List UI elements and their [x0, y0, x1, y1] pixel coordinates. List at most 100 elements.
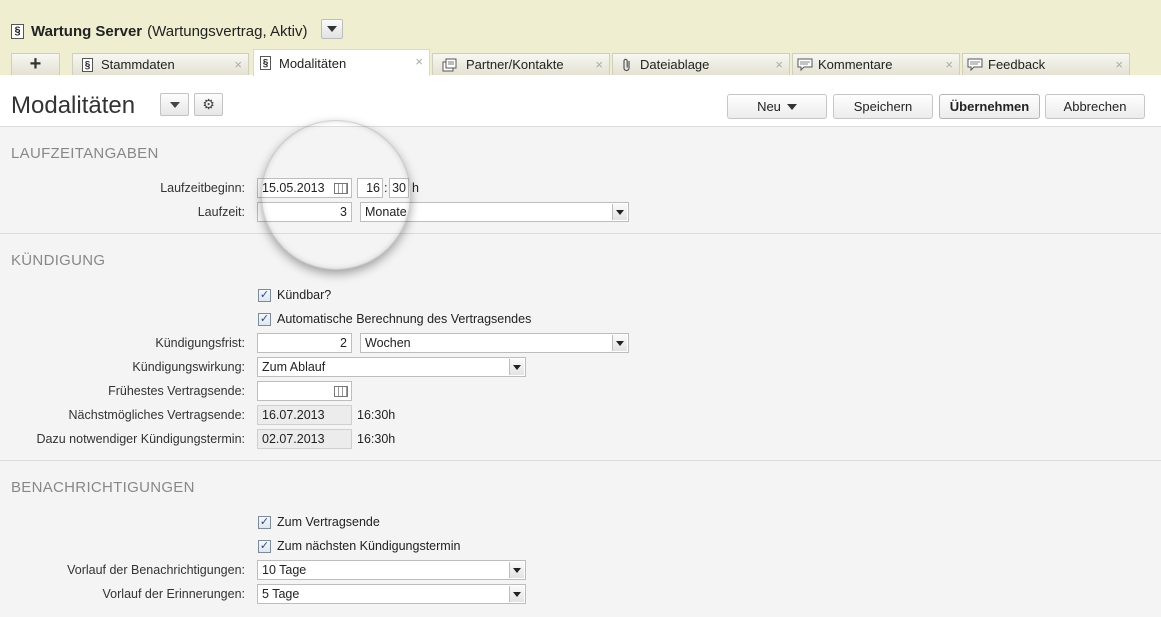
dropdown-arrow[interactable] [509, 359, 524, 375]
section-title: KÜNDIGUNG [11, 252, 106, 269]
add-tab-button[interactable]: + [11, 53, 60, 75]
vorlauf-erinnerungen-label: Vorlauf der Erinnerungen: [102, 587, 245, 601]
title-dropdown-button[interactable] [321, 19, 343, 39]
chevron-down-icon [169, 101, 180, 108]
laufzeit-unit-select[interactable]: Monate [360, 202, 629, 222]
section-sign-icon: § [82, 57, 93, 72]
laufzeit-value-input[interactable]: 3 [257, 202, 352, 222]
close-icon[interactable]: × [415, 54, 423, 69]
tab-label: Modalitäten [279, 55, 347, 71]
zum-vertragsende-checkbox[interactable]: ✓ [258, 516, 271, 529]
kuendigungswirkung-label: Kündigungswirkung: [132, 360, 245, 374]
section-title: BENACHRICHTIGUNGEN [11, 479, 195, 496]
abbrechen-button-label: Abbrechen [1063, 99, 1127, 114]
close-icon[interactable]: × [595, 57, 603, 72]
zum-vertragsende-label: Zum Vertragsende [277, 515, 380, 529]
calendar-icon[interactable] [334, 386, 348, 397]
auto-berechnung-label: Automatische Berechnung des Vertragsende… [277, 312, 532, 326]
dropdown-arrow[interactable] [509, 562, 524, 578]
kuendigungsfrist-unit-select[interactable]: Wochen [360, 333, 629, 353]
chevron-down-icon [327, 26, 337, 32]
select-value: 10 Tage [262, 563, 307, 577]
dropdown-arrow[interactable] [509, 586, 524, 602]
speichern-button[interactable]: Speichern [833, 94, 933, 119]
fruehestes-vertragsende-label: Frühestes Vertragsende: [108, 384, 245, 398]
check-icon: ✓ [259, 313, 270, 325]
uebernehmen-button-label: Übernehmen [949, 99, 1030, 114]
select-value: 5 Tage [262, 587, 300, 601]
tab-label: Dateiablage [640, 57, 710, 72]
chevron-down-icon [513, 591, 521, 597]
close-icon[interactable]: × [775, 57, 783, 72]
check-icon: ✓ [259, 289, 270, 301]
vorlauf-benachrichtigungen-select[interactable]: 10 Tage [257, 560, 526, 580]
gear-icon: ⚙ [202, 96, 215, 112]
zum-kuendigungstermin-checkbox[interactable]: ✓ [258, 540, 271, 553]
check-icon: ✓ [259, 516, 270, 528]
kuendigungsfrist-label: Kündigungsfrist: [155, 336, 245, 350]
laufzeit-label: Laufzeit: [197, 205, 245, 219]
tab-kommentare[interactable]: Kommentare × [792, 53, 960, 75]
page-title: Modalitäten [11, 92, 136, 119]
chevron-down-icon [786, 103, 797, 110]
dropdown-arrow[interactable] [612, 335, 627, 351]
zum-kuendigungstermin-label: Zum nächsten Kündigungstermin [277, 539, 461, 553]
auto-berechnung-checkbox[interactable]: ✓ [258, 313, 271, 326]
tab-label: Feedback [988, 57, 1046, 72]
tab-label: Partner/Kontakte [466, 57, 564, 72]
kuendbar-checkbox[interactable]: ✓ [258, 289, 271, 302]
time-unit: h [412, 181, 419, 195]
check-icon: ✓ [259, 540, 270, 552]
select-value: Zum Ablauf [262, 360, 326, 374]
contacts-icon [442, 58, 457, 71]
paperclip-icon [623, 58, 630, 71]
time-separator: : [384, 181, 388, 195]
abbrechen-button[interactable]: Abbrechen [1045, 94, 1145, 119]
title-status: (Wartungsvertrag, Aktiv) [147, 22, 308, 40]
tab-modalitaeten[interactable]: § Modalitäten × [253, 49, 430, 76]
neu-button[interactable]: Neu [727, 94, 827, 119]
kuendbar-label: Kündbar? [277, 288, 332, 302]
laufzeitbeginn-minute-input[interactable]: 30 [389, 178, 409, 198]
kuendigungstermin-value: 02.07.2013 [257, 429, 352, 449]
tab-partner-kontakte[interactable]: Partner/Kontakte × [432, 53, 610, 75]
section-sign-icon: § [11, 23, 24, 39]
select-value: Wochen [365, 336, 411, 350]
page-menu-button[interactable] [160, 93, 189, 116]
dropdown-arrow[interactable] [612, 204, 627, 220]
speech-bubble-icon [797, 58, 813, 71]
tab-label: Kommentare [818, 57, 893, 72]
kuendigungswirkung-select[interactable]: Zum Ablauf [257, 357, 526, 377]
naechstmoegliches-vertragsende-value: 16.07.2013 [257, 405, 352, 425]
tab-label: Stammdaten [101, 57, 175, 72]
tab-feedback[interactable]: Feedback × [962, 53, 1130, 75]
laufzeitbeginn-label: Laufzeitbeginn: [160, 181, 245, 195]
close-icon[interactable]: × [1115, 57, 1123, 72]
laufzeitbeginn-date-input[interactable]: 15.05.2013 [257, 178, 352, 198]
kuendigungstermin-label: Dazu notwendiger Kündigungstermin: [36, 432, 245, 446]
date-value: 15.05.2013 [262, 181, 325, 195]
kuendigungsfrist-value-input[interactable]: 2 [257, 333, 352, 353]
speichern-button-label: Speichern [853, 99, 913, 114]
chevron-down-icon [513, 364, 521, 370]
chevron-down-icon [616, 340, 624, 346]
close-icon[interactable]: × [945, 57, 953, 72]
close-icon[interactable]: × [234, 57, 242, 72]
naechstmoegliches-vertragsende-label: Nächstmögliches Vertragsende: [68, 408, 245, 422]
section-title: LAUFZEITANGABEN [11, 145, 159, 162]
tab-dateiablage[interactable]: Dateiablage × [612, 53, 790, 75]
chevron-down-icon [513, 567, 521, 573]
calendar-icon[interactable] [334, 183, 348, 194]
fruehestes-vertragsende-input[interactable] [257, 381, 352, 401]
neu-button-label: Neu [757, 99, 781, 114]
uebernehmen-button[interactable]: Übernehmen [939, 94, 1040, 119]
vorlauf-benachrichtigungen-label: Vorlauf der Benachrichtigungen: [67, 563, 245, 577]
laufzeitbeginn-hour-input[interactable]: 16 [357, 178, 383, 198]
select-value: Monate [365, 205, 407, 219]
section-sign-icon: § [260, 56, 271, 70]
settings-button[interactable]: ⚙ [194, 93, 223, 116]
window-title: § Wartung Server (Wartungsvertrag, Aktiv… [11, 20, 307, 42]
vorlauf-erinnerungen-select[interactable]: 5 Tage [257, 584, 526, 604]
tab-stammdaten[interactable]: § Stammdaten × [72, 53, 249, 75]
kuendigungstermin-time: 16:30h [357, 432, 396, 446]
